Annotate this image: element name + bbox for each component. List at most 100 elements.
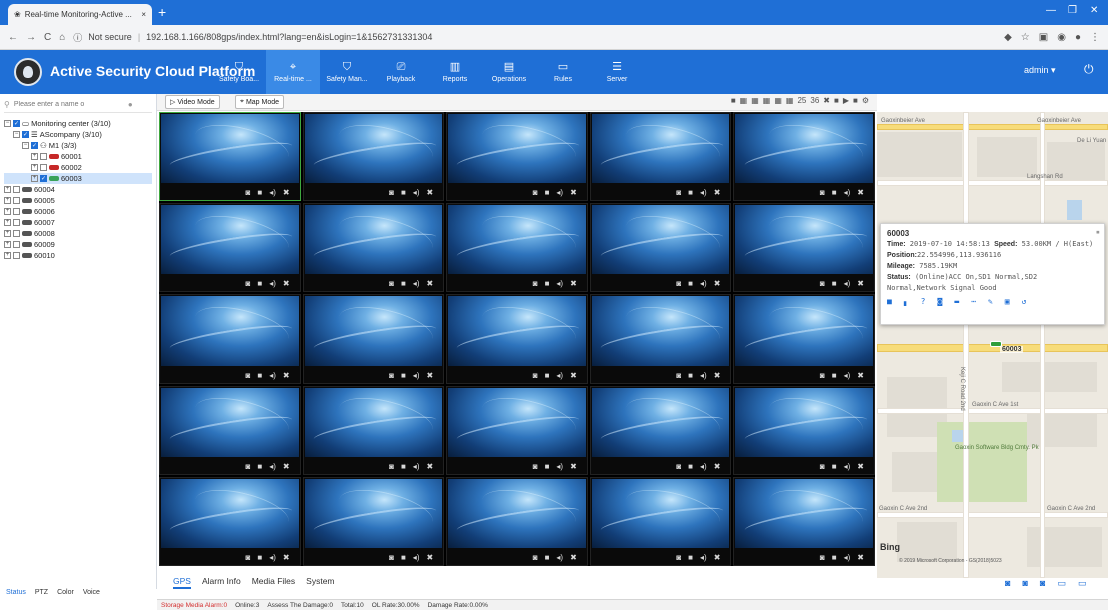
stop-icon[interactable]: ■ [257, 553, 262, 562]
expand-icon[interactable]: + [31, 164, 38, 171]
browser-tab[interactable]: ❀ Real-time Monitoring-Active ... × [8, 4, 152, 25]
url-field[interactable]: ⓘ Not secure | 192.168.1.166/808gps/inde… [73, 31, 432, 44]
stop-icon[interactable]: ■ [257, 462, 262, 471]
tree-company[interactable]: − ✓ ☰ AScompany (3/10) [4, 129, 152, 140]
layout-6-icon[interactable]: ▦ [751, 96, 759, 105]
map-tool-3-icon[interactable]: ◙ [1040, 578, 1045, 589]
snapshot-icon[interactable]: ◙ [389, 279, 394, 288]
translate-icon[interactable]: ◆ [1004, 32, 1012, 43]
history-icon[interactable]: ↺ [1022, 297, 1027, 307]
nav-reports[interactable]: ▥ Reports [428, 50, 482, 94]
nav-rules[interactable]: ▭ Rules [536, 50, 590, 94]
expand-icon[interactable]: + [4, 208, 11, 215]
video-cell[interactable]: ◙ ■ ◂) ✖ [302, 476, 445, 566]
play-all-icon[interactable]: ▶ [843, 96, 849, 105]
tools-icon[interactable]: ✎ [988, 297, 993, 307]
audio-icon[interactable]: ◂) [556, 188, 563, 197]
video-cell[interactable]: ◙ ■ ◂) ✖ [302, 112, 445, 202]
stop-icon[interactable]: ■ [257, 279, 262, 288]
stop-icon[interactable]: ■ [545, 462, 550, 471]
close-video-icon[interactable]: ✖ [283, 188, 290, 197]
snapshot-icon[interactable]: ◙ [820, 188, 825, 197]
audio-icon[interactable]: ◂) [844, 371, 851, 380]
tab-media-files[interactable]: Media Files [252, 576, 295, 589]
vehicle-search-input[interactable] [13, 101, 124, 108]
record-icon[interactable]: ■ [853, 96, 858, 105]
more-icon[interactable]: ⋯ [971, 297, 976, 307]
video-cell[interactable]: ◙ ■ ◂) ✖ [589, 294, 732, 384]
user-menu[interactable]: admin ▾ [1024, 65, 1056, 76]
new-tab-button[interactable]: + [158, 4, 166, 20]
collapse-icon[interactable]: − [4, 120, 11, 127]
tree-vehicle-selected[interactable]: + ✓ 60003 [4, 173, 152, 184]
checkbox[interactable] [40, 164, 47, 171]
snapshot-icon[interactable]: ◙ [533, 279, 538, 288]
stop-icon[interactable]: ■ [545, 553, 550, 562]
video-cell[interactable]: ◙ ■ ◂) ✖ [302, 294, 445, 384]
close-video-icon[interactable]: ✖ [714, 553, 721, 562]
tab-system[interactable]: System [306, 576, 334, 589]
reload-icon[interactable]: C [44, 32, 51, 43]
video-cell[interactable]: ◙ ■ ◂) ✖ [733, 476, 875, 566]
phone-icon[interactable]: ▖ [904, 297, 909, 307]
video-cell[interactable]: ◙ ■ ◂) ✖ [159, 385, 301, 475]
expand-icon[interactable]: + [4, 197, 11, 204]
tab-alarm-info[interactable]: Alarm Info [202, 576, 241, 589]
audio-icon[interactable]: ◂) [700, 553, 707, 562]
audio-icon[interactable]: ◂) [413, 371, 420, 380]
tree-vehicle[interactable]: +60004 [4, 184, 152, 195]
audio-icon[interactable]: ◂) [556, 371, 563, 380]
forward-icon[interactable]: → [26, 32, 36, 43]
close-video-icon[interactable]: ✖ [426, 553, 433, 562]
tab-status[interactable]: Status [6, 589, 26, 601]
video-mode-button[interactable]: ▷ Video Mode [165, 95, 220, 109]
close-video-icon[interactable]: ✖ [426, 371, 433, 380]
video-cell[interactable]: ◙ ■ ◂) ✖ [589, 385, 732, 475]
power-icon[interactable]: ⏻ [1084, 62, 1094, 77]
stop-icon[interactable]: ■ [688, 553, 693, 562]
video-cell[interactable]: ◙ ■ ◂) ✖ [446, 385, 588, 475]
video-cell[interactable]: ◙ ■ ◂) ✖ [589, 476, 732, 566]
snapshot-icon[interactable]: ◙ [389, 553, 394, 562]
snapshot-icon[interactable]: ◙ [533, 462, 538, 471]
checkbox[interactable] [13, 208, 20, 215]
layout-36-button[interactable]: 36 [810, 96, 819, 105]
nav-safety-board[interactable]: ⛉ Safety Boa... [212, 50, 266, 94]
audio-icon[interactable]: ◂) [700, 371, 707, 380]
map-mode-button[interactable]: ⌖ Map Mode [235, 95, 285, 109]
stop-icon[interactable]: ■ [401, 553, 406, 562]
tree-vehicle[interactable]: +60002 [4, 162, 152, 173]
layout-16-icon[interactable]: ▦ [786, 96, 794, 105]
close-video-icon[interactable]: ✖ [714, 371, 721, 380]
audio-icon[interactable]: ◂) [269, 279, 276, 288]
keyboard-icon[interactable]: ▬ [954, 297, 959, 307]
audio-icon[interactable]: ◂) [556, 279, 563, 288]
close-video-icon[interactable]: ✖ [714, 279, 721, 288]
checkbox[interactable] [40, 153, 47, 160]
video-cell[interactable]: ◙ ■ ◂) ✖ [302, 385, 445, 475]
audio-icon[interactable]: ◂) [844, 462, 851, 471]
expand-icon[interactable]: + [31, 175, 38, 182]
snapshot-icon[interactable]: ◙ [389, 371, 394, 380]
audio-icon[interactable]: ◂) [413, 188, 420, 197]
search-options-icon[interactable]: ● [128, 100, 133, 109]
popup-close-icon[interactable]: ▪ [1096, 227, 1100, 237]
video-cell[interactable]: ◙ ■ ◂) ✖ [159, 203, 301, 293]
layout-1-icon[interactable]: ■ [731, 96, 736, 105]
tree-vehicle[interactable]: +60009 [4, 239, 152, 250]
layout-9-icon[interactable]: ▦ [774, 96, 782, 105]
snapshot-icon[interactable]: ◙ [246, 462, 251, 471]
expand-icon[interactable]: + [4, 186, 11, 193]
snapshot-icon[interactable]: ◙ [820, 553, 825, 562]
close-video-icon[interactable]: ✖ [857, 462, 864, 471]
expand-icon[interactable]: + [4, 252, 11, 259]
close-video-icon[interactable]: ✖ [857, 553, 864, 562]
layout-8-icon[interactable]: ▦ [763, 96, 771, 105]
snapshot-icon[interactable]: ◙ [533, 553, 538, 562]
expand-icon[interactable]: + [4, 219, 11, 226]
expand-icon[interactable]: + [4, 230, 11, 237]
audio-icon[interactable]: ◂) [269, 371, 276, 380]
checkbox[interactable]: ✓ [13, 120, 20, 127]
snapshot-icon[interactable]: ◙ [820, 462, 825, 471]
stop-icon[interactable]: ■ [401, 371, 406, 380]
